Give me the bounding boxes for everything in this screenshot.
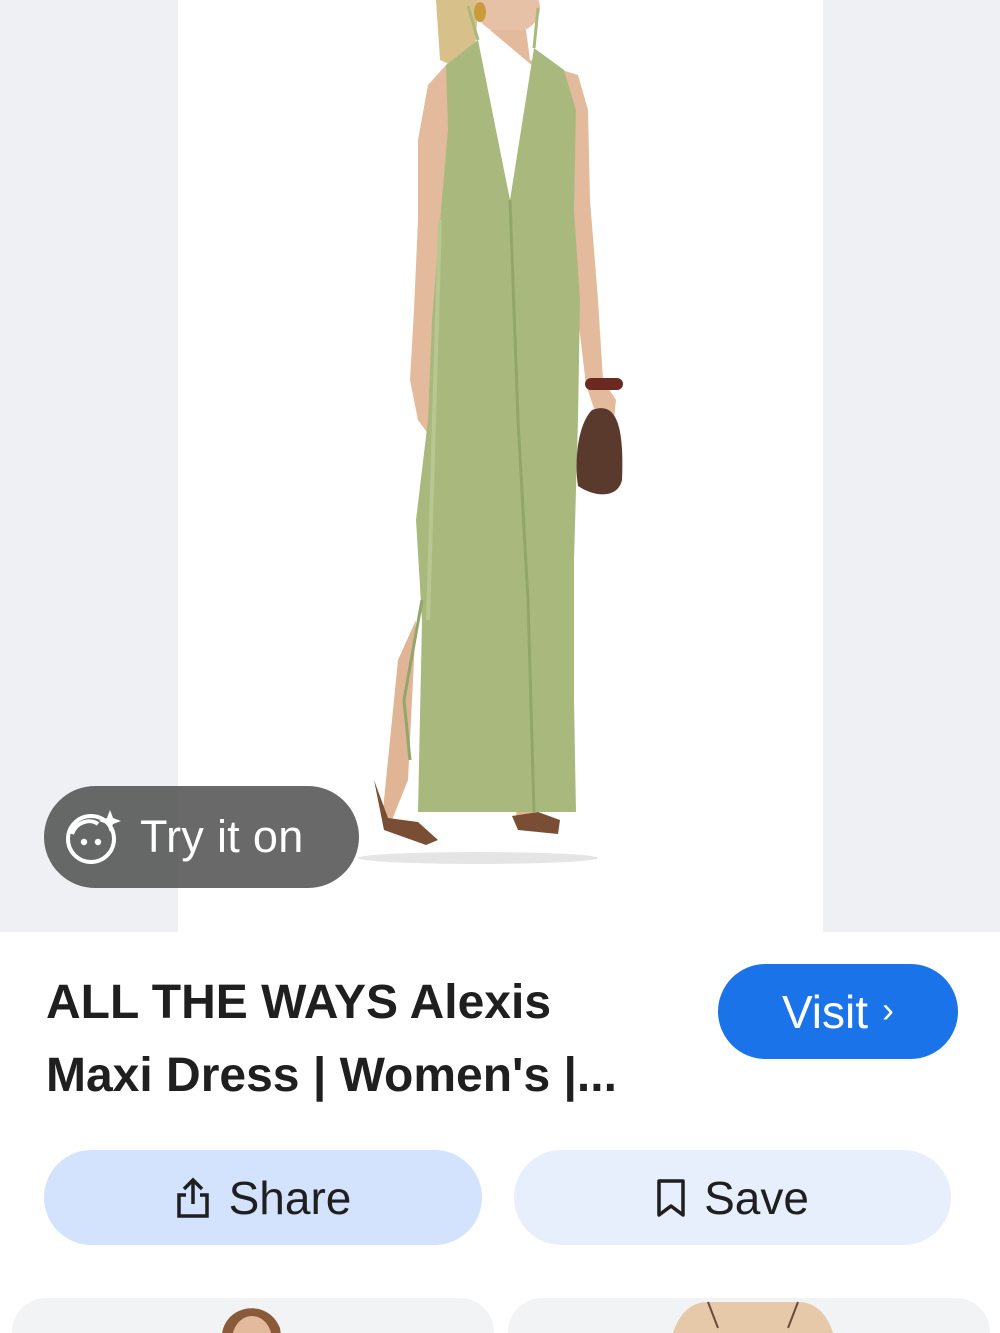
- save-label: Save: [704, 1171, 809, 1224]
- visit-button[interactable]: Visit ›: [718, 964, 958, 1059]
- model-thumbnail: [222, 1308, 281, 1333]
- try-it-on-label: Try it on: [140, 811, 304, 862]
- save-button[interactable]: Save: [514, 1150, 951, 1245]
- share-button[interactable]: Share: [44, 1150, 482, 1245]
- related-item-card[interactable]: [508, 1298, 990, 1333]
- visit-label: Visit: [781, 985, 869, 1038]
- product-title-line-1: ALL THE WAYS Alexis: [46, 976, 552, 1029]
- bookmark-icon: [657, 1178, 685, 1217]
- dress-thumbnail: [673, 1301, 833, 1333]
- product-title[interactable]: ALL THE WAYS Alexis Maxi Dress | Women's…: [46, 966, 696, 1112]
- try-it-on-button[interactable]: Try it on: [44, 786, 359, 888]
- product-image-panel[interactable]: Try it on: [0, 0, 1000, 932]
- chevron-right-icon: ›: [882, 988, 895, 1030]
- product-title-line-2: Maxi Dress | Women's |...: [46, 1049, 617, 1102]
- face-sparkle-icon: [66, 810, 121, 864]
- related-item-card[interactable]: [12, 1298, 494, 1333]
- share-label: Share: [228, 1171, 352, 1224]
- share-icon: [176, 1177, 209, 1218]
